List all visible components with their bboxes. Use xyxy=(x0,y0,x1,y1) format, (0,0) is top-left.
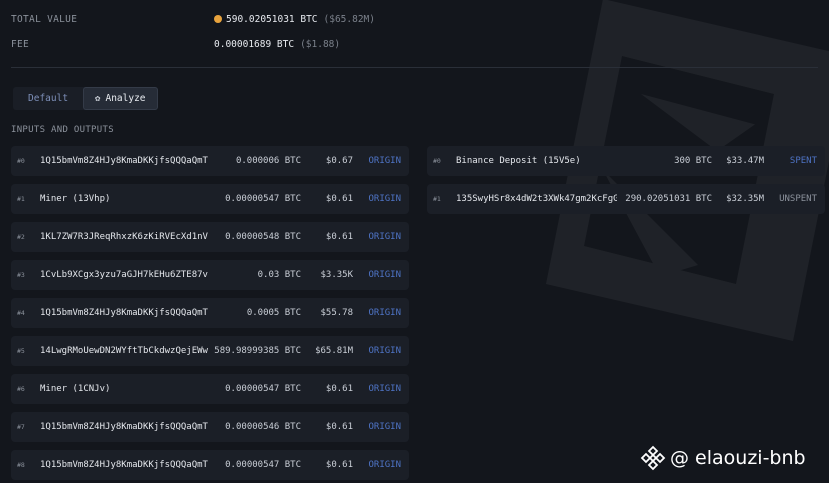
fiat-value: $0.61 xyxy=(325,422,353,432)
origin-link[interactable]: ORIGIN xyxy=(368,450,401,480)
amount: 0.0005 BTC xyxy=(246,308,301,318)
address-link[interactable]: Miner (1CNJv) xyxy=(40,374,208,404)
fiat-value: $0.61 xyxy=(325,460,353,470)
origin-link[interactable]: ORIGIN xyxy=(368,336,401,366)
output-row[interactable]: #1 135SwyHSr8x4dW2t3XWk47gm2KcFgG… 290.020… xyxy=(427,184,825,214)
background-logo-icon xyxy=(546,0,829,341)
output-row[interactable]: #0 Binance Deposit (15V5e) 300 BTC $33.47M S… xyxy=(427,146,825,176)
total-value-btc: 590.02051031 BTC xyxy=(226,14,318,25)
fiat-value: $0.61 xyxy=(325,232,353,242)
origin-link[interactable]: ORIGIN xyxy=(368,146,401,176)
address-link[interactable]: 1Q15bmVm8Z4HJy8KmaDKKjfsQQQaQmT… xyxy=(40,450,208,480)
input-row[interactable]: #8 1Q15bmVm8Z4HJy8KmaDKKjfsQQQaQmT… 0.0000… xyxy=(11,450,409,480)
amount: 0.00000547 BTC xyxy=(225,460,301,470)
input-row[interactable]: #0 1Q15bmVm8Z4HJy8KmaDKKjfsQQQaQmT… 0.0000… xyxy=(11,146,409,176)
tab-default[interactable]: Default xyxy=(13,87,83,110)
fiat-value: $3.35K xyxy=(320,270,353,280)
row-index: #3 xyxy=(17,271,25,279)
fee-row: FEE 0.00001689 BTC ($1.88) xyxy=(11,37,829,53)
address-link[interactable]: 135SwyHSr8x4dW2t3XWk47gm2KcFgG… xyxy=(456,184,617,214)
amount: 0.00000547 BTC xyxy=(225,194,301,204)
row-index: #1 xyxy=(17,195,25,203)
input-row[interactable]: #6 Miner (1CNJv) 0.00000547 BTC $0.61 ORIGIN xyxy=(11,374,409,404)
row-index: #7 xyxy=(17,423,25,431)
input-row[interactable]: #1 Miner (13Vhp) 0.00000547 BTC $0.61 ORIGIN xyxy=(11,184,409,214)
address-link[interactable]: Binance Deposit (15V5e) xyxy=(456,146,617,176)
origin-link[interactable]: ORIGIN xyxy=(368,222,401,252)
tab-analyze[interactable]: ✿ Analyze xyxy=(83,87,158,110)
input-row[interactable]: #3 1CvLb9XCgx3yzu7aGJH7kEHu6ZTE87v… 0.03 B… xyxy=(11,260,409,290)
origin-link[interactable]: ORIGIN xyxy=(368,184,401,214)
total-value-row: TOTAL VALUE 590.02051031 BTC ($65.82M) xyxy=(11,12,829,28)
row-index: #4 xyxy=(17,309,25,317)
address-link[interactable]: 1Q15bmVm8Z4HJy8KmaDKKjfsQQQaQmT… xyxy=(40,298,208,328)
address-link[interactable]: 14LwgRMoUewDN2WYftTbCkdwzQejEWw… xyxy=(40,336,208,366)
fiat-value: $0.67 xyxy=(325,156,353,166)
address-link[interactable]: 1Q15bmVm8Z4HJy8KmaDKKjfsQQQaQmT… xyxy=(40,412,208,442)
total-value: 590.02051031 BTC ($65.82M) xyxy=(214,14,375,25)
input-row[interactable]: #7 1Q15bmVm8Z4HJy8KmaDKKjfsQQQaQmT… 0.0000… xyxy=(11,412,409,442)
address-link[interactable]: 1Q15bmVm8Z4HJy8KmaDKKjfsQQQaQmT… xyxy=(40,146,208,176)
total-value-label: TOTAL VALUE xyxy=(11,14,78,25)
origin-link[interactable]: ORIGIN xyxy=(368,374,401,404)
spend-status: UNSPENT xyxy=(779,194,817,204)
input-row[interactable]: #5 14LwgRMoUewDN2WYftTbCkdwzQejEWw… 589.98… xyxy=(11,336,409,366)
amount: 300 BTC xyxy=(674,156,712,166)
fiat-value: $32.35M xyxy=(726,194,764,204)
amount: 0.000006 BTC xyxy=(235,156,301,166)
amount: 589.98999385 BTC xyxy=(214,346,301,356)
address-link[interactable]: 1KL7ZW7R3JReqRhxzK6zKiRVEcXd1nV… xyxy=(40,222,208,252)
row-index: #6 xyxy=(17,385,25,393)
fiat-value: $0.61 xyxy=(325,384,353,394)
input-row[interactable]: #4 1Q15bmVm8Z4HJy8KmaDKKjfsQQQaQmT… 0.0005… xyxy=(11,298,409,328)
view-tabs: Default ✿ Analyze xyxy=(13,87,158,110)
fee-btc: 0.00001689 BTC xyxy=(214,39,295,50)
row-index: #2 xyxy=(17,233,25,241)
origin-link[interactable]: ORIGIN xyxy=(368,412,401,442)
binance-diamond-icon xyxy=(640,445,666,471)
watermark: @ elaouzi-bnb xyxy=(640,444,806,472)
fiat-value: $55.78 xyxy=(320,308,353,318)
amount: 0.00000548 BTC xyxy=(225,232,301,242)
input-row[interactable]: #2 1KL7ZW7R3JReqRhxzK6zKiRVEcXd1nV… 0.0000… xyxy=(11,222,409,252)
section-title: INPUTS AND OUTPUTS xyxy=(11,125,114,135)
fee-fiat: ($1.88) xyxy=(300,39,341,50)
fiat-value: $33.47M xyxy=(726,156,764,166)
row-index: #0 xyxy=(17,157,25,165)
row-index: #0 xyxy=(433,157,441,165)
watermark-text: @ elaouzi-bnb xyxy=(670,447,806,469)
address-link[interactable]: Miner (13Vhp) xyxy=(40,184,208,214)
amount: 0.03 BTC xyxy=(257,270,301,280)
amount: 290.02051031 BTC xyxy=(625,194,712,204)
amount: 0.00000547 BTC xyxy=(225,384,301,394)
fee-label: FEE xyxy=(11,39,30,50)
total-value-fiat: ($65.82M) xyxy=(323,14,375,25)
bitcoin-coin-icon xyxy=(214,15,222,23)
fiat-value: $65.81M xyxy=(315,346,353,356)
fee-value: 0.00001689 BTC ($1.88) xyxy=(214,39,340,50)
row-index: #8 xyxy=(17,461,25,469)
origin-link[interactable]: ORIGIN xyxy=(368,298,401,328)
divider xyxy=(11,67,818,68)
tab-analyze-label: Analyze xyxy=(105,93,146,104)
address-link[interactable]: 1CvLb9XCgx3yzu7aGJH7kEHu6ZTE87v… xyxy=(40,260,208,290)
row-index: #5 xyxy=(17,347,25,355)
row-index: #1 xyxy=(433,195,441,203)
origin-link[interactable]: ORIGIN xyxy=(368,260,401,290)
amount: 0.00000546 BTC xyxy=(225,422,301,432)
fiat-value: $0.61 xyxy=(325,194,353,204)
spend-status[interactable]: SPENT xyxy=(790,146,817,176)
analyze-icon: ✿ xyxy=(95,94,101,104)
